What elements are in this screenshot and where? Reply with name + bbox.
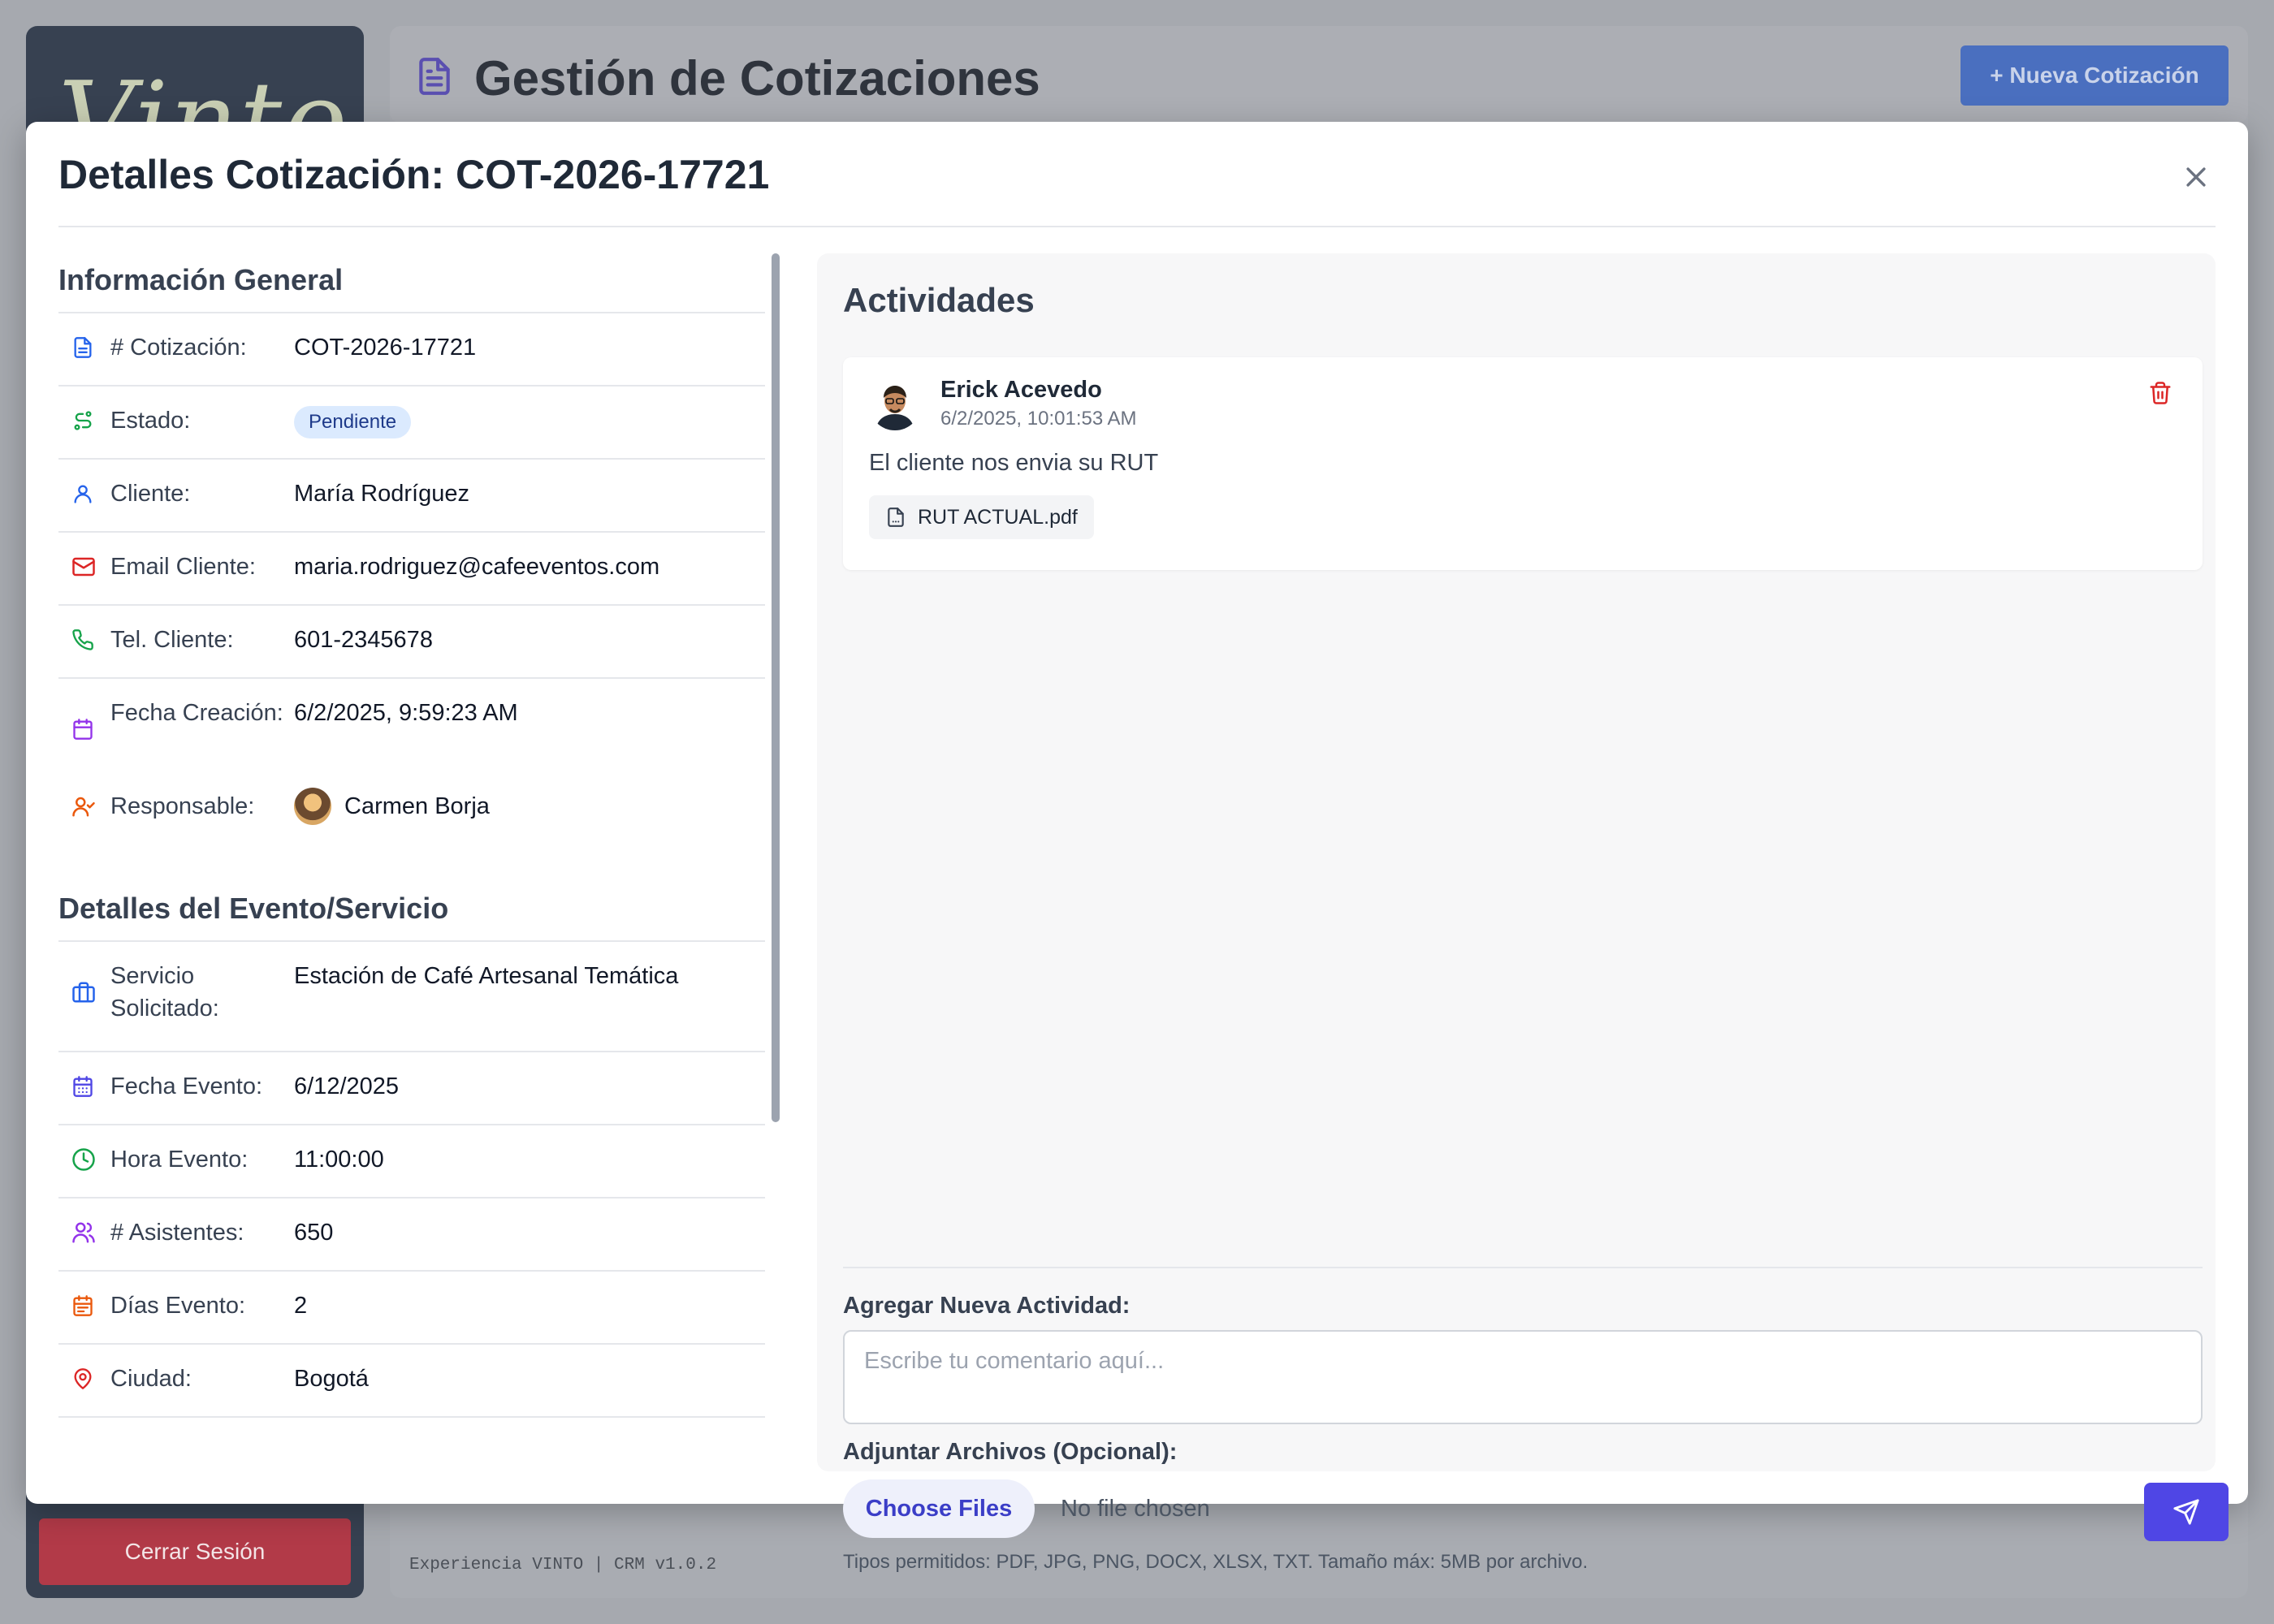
attachment-name: RUT ACTUAL.pdf — [918, 505, 1078, 529]
new-quote-button[interactable]: + Nueva Cotización — [1961, 45, 2229, 106]
page-header: Gestión de Cotizaciones — [414, 45, 1040, 110]
comment-input[interactable] — [843, 1330, 2203, 1424]
detail-row-status: Estado: Pendiente — [58, 387, 765, 460]
avatar — [869, 378, 921, 430]
map-pin-icon — [71, 1363, 97, 1395]
detail-label: Servicio Solicitado: — [110, 963, 219, 1021]
activity-text: El cliente nos envia su RUT — [869, 450, 1159, 476]
detail-value: 650 — [294, 1220, 334, 1246]
calendar-range-icon — [71, 1289, 97, 1322]
detail-label: Días Evento: — [110, 1293, 246, 1319]
mail-icon — [71, 551, 97, 583]
attachment-link[interactable]: RUT ACTUAL.pdf — [869, 495, 1094, 539]
detail-label: Ciudad: — [110, 1366, 192, 1392]
file-status: No file chosen — [1061, 1496, 1210, 1522]
detail-row-email: Email Cliente: maria.rodriguez@cafeevent… — [58, 533, 765, 606]
details-panel: Información General # Cotización: COT-20… — [58, 253, 765, 1488]
scrollbar[interactable] — [772, 253, 780, 1122]
detail-row-responsible: Responsable: Carmen Borja — [58, 784, 765, 857]
send-activity-button[interactable] — [2144, 1483, 2229, 1541]
detail-row-phone: Tel. Cliente: 601-2345678 — [58, 606, 765, 679]
detail-row-event-date: Fecha Evento: 6/12/2025 — [58, 1052, 765, 1125]
attach-files-label: Adjuntar Archivos (Opcional): — [843, 1439, 1178, 1465]
activity-card: Erick Acevedo 6/2/2025, 10:01:53 AM El c… — [843, 357, 2203, 570]
page-title: Gestión de Cotizaciones — [474, 50, 1040, 106]
detail-value: María Rodríguez — [294, 481, 469, 507]
logout-button[interactable]: Cerrar Sesión — [39, 1518, 351, 1585]
detail-row-client: Cliente: María Rodríguez — [58, 460, 765, 533]
add-activity-label: Agregar Nueva Actividad: — [843, 1293, 1131, 1319]
briefcase-icon — [71, 960, 97, 1025]
detail-value: Bogotá — [294, 1366, 369, 1392]
detail-label: Cliente: — [110, 481, 191, 507]
detail-value: 6/12/2025 — [294, 1073, 400, 1099]
detail-label: Email Cliente: — [110, 554, 256, 580]
close-button[interactable] — [2177, 158, 2216, 197]
status-badge: Pendiente — [294, 406, 412, 438]
detail-label: Estado: — [110, 408, 191, 434]
file-icon — [888, 508, 904, 527]
section-title-event: Detalles del Evento/Servicio — [58, 882, 765, 942]
detail-label: Responsable: — [110, 793, 255, 819]
file-types-hint: Tipos permitidos: PDF, JPG, PNG, DOCX, X… — [843, 1551, 1589, 1573]
detail-label: # Cotización: — [110, 335, 247, 361]
close-icon — [2186, 167, 2206, 187]
detail-label: Tel. Cliente: — [110, 627, 234, 653]
detail-value: maria.rodriguez@cafeeventos.com — [294, 554, 660, 580]
modal-title: Detalles Cotización: COT-2026-17721 — [58, 152, 770, 197]
detail-row-city: Ciudad: Bogotá — [58, 1345, 765, 1418]
delete-activity-button[interactable] — [2144, 377, 2177, 409]
detail-value: Estación de Café Artesanal Temática — [294, 963, 679, 989]
trash-icon — [2150, 382, 2171, 404]
quote-details-modal: Detalles Cotización: COT-2026-17721 Info… — [26, 122, 2248, 1573]
divider — [58, 226, 2216, 227]
detail-row-attendees: # Asistentes: 650 — [58, 1199, 765, 1272]
users-icon — [71, 1216, 97, 1249]
activities-panel: Actividades Erick Acevedo 6/2/2025, 10:0… — [817, 253, 2229, 1573]
section-title-general: Información General — [58, 253, 765, 313]
detail-label: Hora Evento: — [110, 1147, 249, 1173]
detail-row-event-time: Hora Evento: 11:00:00 — [58, 1125, 765, 1199]
clock-icon — [71, 1143, 97, 1176]
detail-value: 11:00:00 — [294, 1147, 384, 1173]
detail-value: 601-2345678 — [294, 627, 433, 653]
detail-label: Fecha Evento: — [110, 1073, 262, 1099]
detail-value: 2 — [294, 1293, 308, 1319]
detail-label: # Asistentes: — [110, 1220, 244, 1246]
detail-row-created: Fecha Creación: 6/2/2025, 9:59:23 AM — [58, 679, 765, 784]
detail-value: Carmen Borja — [344, 793, 490, 819]
status-icon — [71, 404, 97, 437]
calendar-icon — [71, 697, 97, 762]
detail-value: 6/2/2025, 9:59:23 AM — [294, 700, 518, 726]
avatar — [294, 788, 331, 825]
user-icon — [71, 477, 97, 510]
user-check-icon — [71, 788, 97, 825]
detail-row-event-days: Días Evento: 2 — [58, 1272, 765, 1345]
document-icon — [414, 52, 455, 105]
calendar-days-icon — [71, 1070, 97, 1103]
activity-timestamp: 6/2/2025, 10:01:53 AM — [940, 408, 1137, 430]
detail-label: Fecha Creación: — [110, 700, 283, 726]
detail-value: COT-2026-17721 — [294, 335, 477, 361]
footer-version: Experiencia VINTO | CRM v1.0.2 — [409, 1556, 717, 1574]
choose-files-button[interactable]: Choose Files — [843, 1479, 1035, 1538]
send-icon — [2173, 1499, 2199, 1525]
detail-row-service: Servicio Solicitado: Estación de Café Ar… — [58, 942, 765, 1052]
document-icon — [71, 331, 97, 364]
detail-row-quote-number: # Cotización: COT-2026-17721 — [58, 313, 765, 387]
phone-icon — [71, 624, 97, 656]
divider — [843, 1267, 2203, 1268]
activities-title: Actividades — [843, 281, 1035, 319]
activity-author: Erick Acevedo — [940, 377, 1102, 403]
